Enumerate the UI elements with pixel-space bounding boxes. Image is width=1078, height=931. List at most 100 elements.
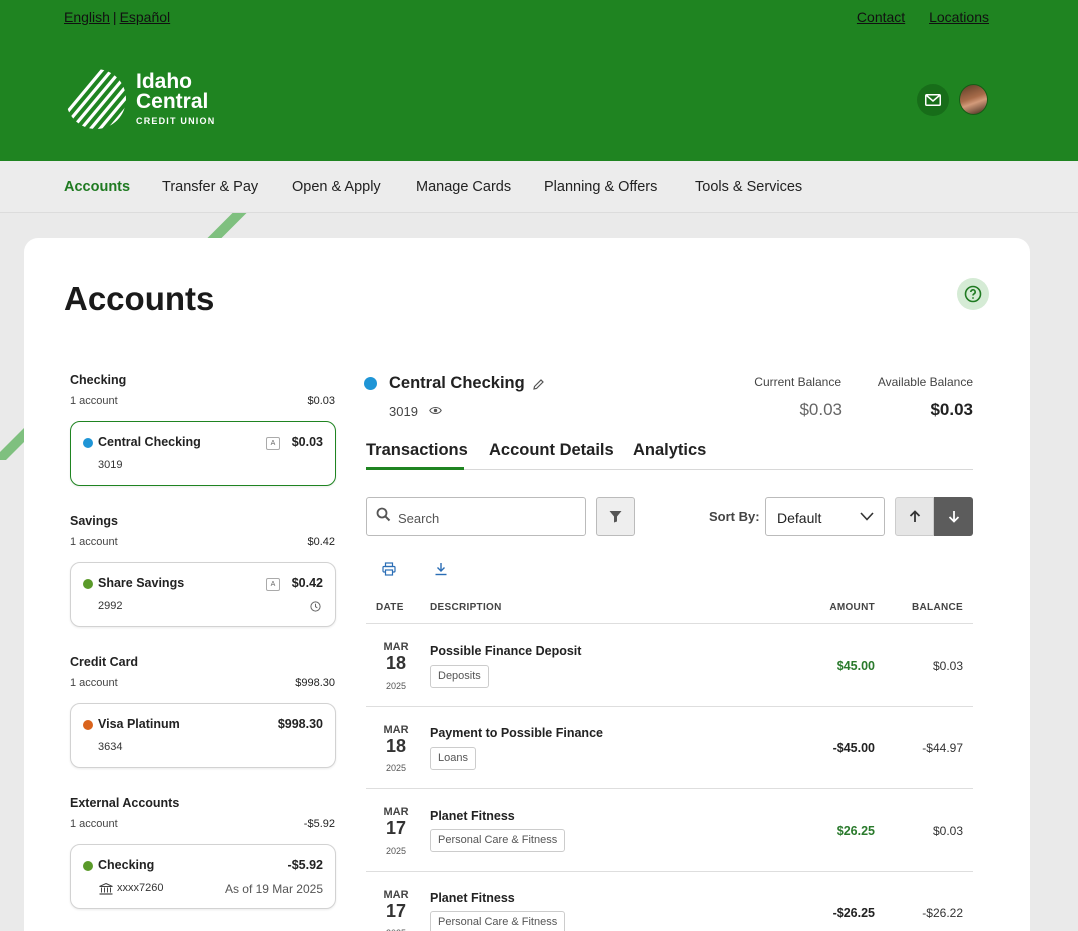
tx-month: MAR (383, 889, 409, 901)
tx-amount: -$45.00 (832, 741, 875, 755)
group-count: 1 account (70, 536, 118, 548)
lang-separator: | (112, 9, 117, 25)
sort-select-value: Default (777, 510, 822, 526)
tx-day: 18 (385, 653, 407, 673)
download-icon[interactable] (434, 562, 448, 576)
detail-account-name: Central Checking (389, 374, 525, 392)
column-header-balance: BALANCE (912, 602, 963, 613)
group-title-savings: Savings (70, 514, 118, 528)
sort-select[interactable]: Default (765, 497, 885, 536)
group-total: $998.30 (295, 677, 335, 689)
sort-ascending-button[interactable] (895, 497, 934, 536)
available-balance-value: $0.03 (930, 400, 973, 419)
lang-english-link[interactable]: English (64, 9, 110, 25)
account-balance: $0.03 (291, 435, 323, 449)
main-nav: Accounts Transfer & Pay Open & Apply Man… (0, 161, 1078, 213)
account-card-external-checking[interactable]: Checking -$5.92 xxxx7260 As of 19 Mar 20… (70, 844, 336, 909)
table-divider (366, 623, 973, 624)
account-name: Checking (98, 858, 155, 872)
account-card-central-checking[interactable]: Central Checking A $0.03 3019 (70, 421, 336, 486)
active-tab-indicator (366, 467, 464, 470)
help-button[interactable] (957, 278, 989, 310)
lang-spanish-link[interactable]: Español (120, 9, 171, 25)
logo-line1: Idaho (136, 70, 192, 93)
search-input[interactable]: Search (366, 497, 586, 536)
tx-category-tag: Personal Care & Fitness (430, 911, 566, 931)
group-count: 1 account (70, 677, 118, 689)
site-header: English | Español Contact Locations Idaho … (0, 0, 1078, 161)
group-total: $0.42 (307, 536, 335, 548)
arrow-down-icon (948, 511, 959, 523)
tx-month: MAR (383, 724, 409, 736)
group-title-checking: Checking (70, 373, 127, 387)
account-color-dot (83, 720, 93, 730)
profile-avatar[interactable] (959, 84, 988, 115)
logo-line2: Central (136, 90, 209, 113)
tx-category-tag: Personal Care & Fitness (430, 829, 566, 852)
nav-manage-cards[interactable]: Manage Cards (416, 179, 511, 195)
account-balance: -$5.92 (287, 858, 323, 872)
help-icon (964, 285, 982, 303)
account-number: 2992 (98, 600, 123, 612)
account-card-share-savings[interactable]: Share Savings A $0.42 2992 (70, 562, 336, 627)
account-number: 3634 (98, 741, 123, 753)
group-count: 1 account (70, 818, 118, 830)
tx-year: 2025 (385, 681, 407, 691)
group-title-external-accounts: External Accounts (70, 796, 180, 810)
idaho-central-logo[interactable]: Idaho Central CREDIT UNION (64, 68, 224, 130)
tx-year: 2025 (385, 763, 407, 773)
tx-category-tag: Loans (430, 747, 476, 770)
background-stripe (207, 213, 247, 238)
page-title: Accounts (64, 280, 215, 317)
messages-button[interactable] (917, 84, 949, 116)
table-divider (366, 871, 973, 872)
nav-tools-services[interactable]: Tools & Services (695, 179, 802, 195)
tx-balance: -$44.97 (922, 741, 963, 755)
group-count: 1 account (70, 395, 118, 407)
account-balance: $998.30 (277, 717, 323, 731)
tx-balance: $0.03 (932, 659, 963, 673)
tx-description: Payment to Possible Finance (430, 726, 603, 740)
nav-accounts[interactable]: Accounts (64, 179, 130, 195)
tx-balance: -$26.22 (922, 906, 963, 920)
eye-icon[interactable] (429, 405, 442, 416)
account-number: 3019 (98, 459, 123, 471)
account-name: Visa Platinum (98, 717, 180, 731)
sort-by-label: Sort By: (709, 509, 760, 524)
sort-descending-button[interactable] (934, 497, 973, 536)
filter-button[interactable] (596, 497, 635, 536)
tx-amount: -$26.25 (832, 906, 875, 920)
logo-wordmark: Idaho Central (136, 70, 209, 113)
tab-account-details[interactable]: Account Details (489, 441, 614, 460)
contact-link[interactable]: Contact (857, 9, 905, 25)
account-balance: $0.42 (291, 576, 323, 590)
arrow-up-icon (909, 510, 920, 522)
available-balance-label: Available Balance (877, 375, 973, 389)
tx-description: Planet Fitness (430, 891, 515, 905)
column-header-date: DATE (376, 602, 404, 613)
account-color-dot (83, 438, 93, 448)
account-card-visa-platinum[interactable]: Visa Platinum $998.30 3634 (70, 703, 336, 768)
print-icon[interactable] (382, 562, 396, 576)
tx-category-tag: Deposits (430, 665, 489, 688)
account-number: xxxx7260 (117, 882, 164, 894)
utility-links: Contact Locations (837, 9, 989, 25)
nav-planning-offers[interactable]: Planning & Offers (544, 179, 657, 195)
as-of-date: As of 19 Mar 2025 (224, 882, 323, 896)
nav-open-apply[interactable]: Open & Apply (292, 179, 381, 195)
language-switcher: English | Español (64, 9, 170, 25)
group-total: -$5.92 (303, 818, 335, 830)
tx-day: 17 (385, 901, 407, 921)
current-balance-value: $0.03 (799, 400, 842, 419)
current-balance-label: Current Balance (754, 375, 841, 389)
tab-analytics[interactable]: Analytics (633, 441, 706, 460)
tx-description: Planet Fitness (430, 809, 515, 823)
locations-link[interactable]: Locations (929, 9, 989, 25)
tx-balance: $0.03 (932, 824, 963, 838)
tx-year: 2025 (385, 846, 407, 856)
edit-pencil-icon[interactable] (532, 378, 545, 391)
tx-month: MAR (383, 641, 409, 653)
tx-month: MAR (383, 806, 409, 818)
nav-transfer-pay[interactable]: Transfer & Pay (162, 179, 258, 195)
tab-transactions[interactable]: Transactions (366, 441, 468, 460)
